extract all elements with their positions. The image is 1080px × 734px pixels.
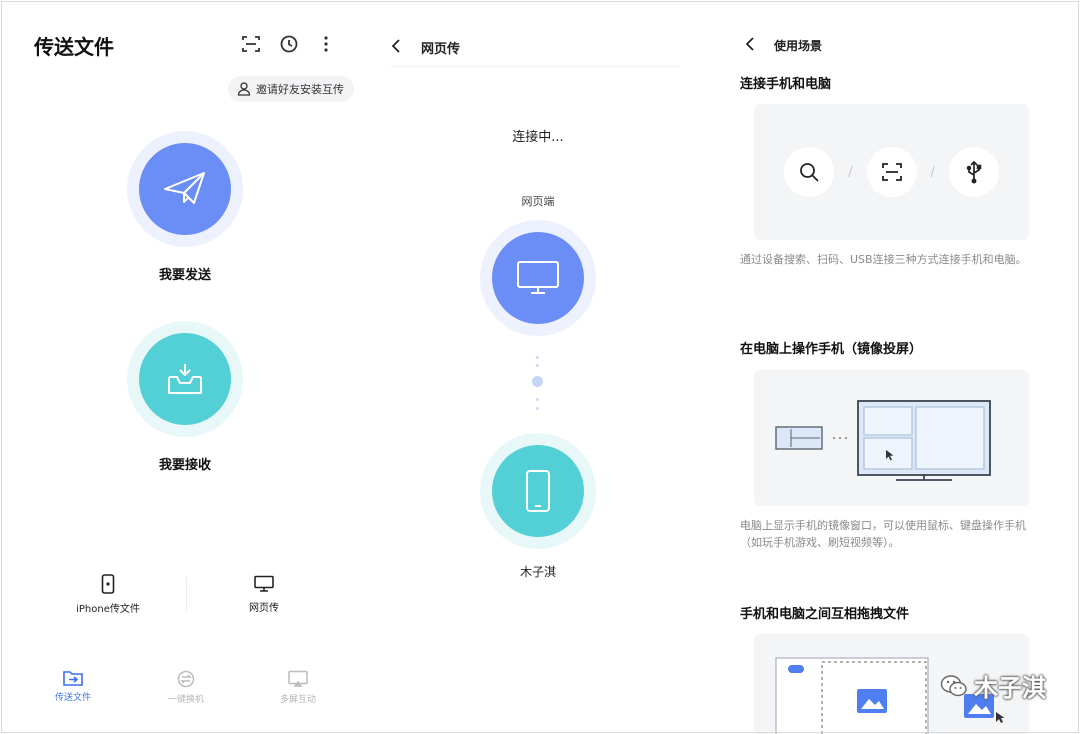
web-transfer-button[interactable]: 网页传 xyxy=(186,555,342,633)
mirroring-illustration xyxy=(754,370,1029,506)
separator-slash: / xyxy=(930,164,935,180)
nav-multi-screen[interactable]: 多屏互动 xyxy=(248,670,348,705)
transfer-files-screen: 传送文件 邀请好友安装互传 我要发送 我要接收 iPhone传文件 网页传 传送… xyxy=(0,0,360,734)
nav-transfer-files[interactable]: 传送文件 xyxy=(23,670,123,703)
phone-circle xyxy=(492,445,584,537)
wechat-icon xyxy=(940,674,967,696)
monitor-icon xyxy=(517,261,559,294)
watermark: 木子淇 xyxy=(940,668,1046,703)
section-heading: 连接手机和电脑 xyxy=(740,77,832,92)
connection-dot xyxy=(536,398,539,401)
back-button[interactable] xyxy=(382,32,410,60)
scan-method xyxy=(866,147,917,197)
watermark-text: 木子淇 xyxy=(974,674,1046,702)
page-title: 传送文件 xyxy=(34,35,114,59)
usb-icon xyxy=(966,160,982,184)
search-icon xyxy=(800,163,819,182)
page-title: 网页传 xyxy=(421,42,461,57)
clock-icon xyxy=(280,35,298,53)
phone-icon xyxy=(101,573,115,594)
section-heading: 在电脑上操作手机（镜像投屏） xyxy=(740,342,923,357)
quick-options-card: iPhone传文件 网页传 xyxy=(30,555,342,633)
web-transfer-screen: 网页传 连接中... 网页端 木子淇 xyxy=(360,0,710,734)
more-vertical-icon xyxy=(324,36,328,52)
connection-indicator xyxy=(532,376,543,387)
smartphone-icon xyxy=(526,470,550,512)
monitor-icon xyxy=(254,575,274,592)
invite-label: 邀请好友安装互传 xyxy=(256,83,344,96)
section-heading: 手机和电脑之间互相拖拽文件 xyxy=(740,607,910,622)
page-title: 使用场景 xyxy=(774,39,823,53)
phone-to-monitor-illustration xyxy=(775,400,991,481)
nav-phone-clone-label: 一键换机 xyxy=(167,695,204,705)
connection-dot xyxy=(536,356,539,359)
connect-illustration: / / xyxy=(754,104,1029,240)
invite-friend-button[interactable]: 邀请好友安装互传 xyxy=(228,76,354,102)
connection-dot xyxy=(536,407,539,410)
web-endpoint-node xyxy=(480,220,596,336)
web-transfer-label: 网页传 xyxy=(249,602,279,614)
receive-label: 我要接收 xyxy=(158,458,211,473)
user-icon xyxy=(237,82,251,96)
chevron-left-icon xyxy=(745,37,754,51)
usb-method xyxy=(948,147,999,197)
web-endpoint-label: 网页端 xyxy=(521,195,555,208)
header-divider xyxy=(390,66,680,67)
scan-button[interactable] xyxy=(237,30,265,58)
nav-multi-screen-label: 多屏互动 xyxy=(279,695,316,705)
web-endpoint-circle xyxy=(492,232,584,324)
more-button[interactable] xyxy=(312,30,340,58)
phone-node xyxy=(480,433,596,549)
connection-dot xyxy=(536,364,539,367)
receive-circle xyxy=(139,333,231,425)
iphone-transfer-button[interactable]: iPhone传文件 xyxy=(30,555,186,633)
nav-transfer-files-label: 传送文件 xyxy=(54,693,91,703)
bottom-navigation: 传送文件 一键换机 多屏互动 xyxy=(0,670,360,720)
back-button[interactable] xyxy=(736,30,764,58)
iphone-transfer-label: iPhone传文件 xyxy=(76,603,140,615)
inbox-download-icon xyxy=(168,364,202,394)
scan-icon xyxy=(881,163,902,181)
phone-name-label: 木子淇 xyxy=(519,565,556,579)
scan-icon xyxy=(242,36,260,52)
search-method xyxy=(784,147,835,197)
section-description: 通过设备搜索、扫码、USB连接三种方式连接手机和电脑。 xyxy=(740,253,1027,266)
transfer-folder-icon xyxy=(63,671,83,686)
connection-status: 连接中... xyxy=(512,130,564,145)
separator-slash: / xyxy=(848,164,853,180)
section-description: 电脑上显示手机的镜像窗口，可以使用鼠标、键盘操作手机（如玩手机游戏、刷短视频等）… xyxy=(740,519,1026,549)
history-button[interactable] xyxy=(275,30,303,58)
paper-plane-icon xyxy=(164,172,205,204)
send-label: 我要发送 xyxy=(158,268,211,283)
receive-button[interactable] xyxy=(127,321,243,437)
send-button[interactable] xyxy=(127,131,243,247)
cast-icon xyxy=(288,670,308,687)
chevron-left-icon xyxy=(391,39,400,53)
swap-icon xyxy=(177,670,195,688)
usage-scenarios-screen: 使用场景 连接手机和电脑 / / 通过设备搜索、扫码、USB连接三种方式连接手机… xyxy=(710,0,1080,734)
nav-phone-clone[interactable]: 一键换机 xyxy=(136,670,236,705)
send-circle xyxy=(139,143,231,235)
